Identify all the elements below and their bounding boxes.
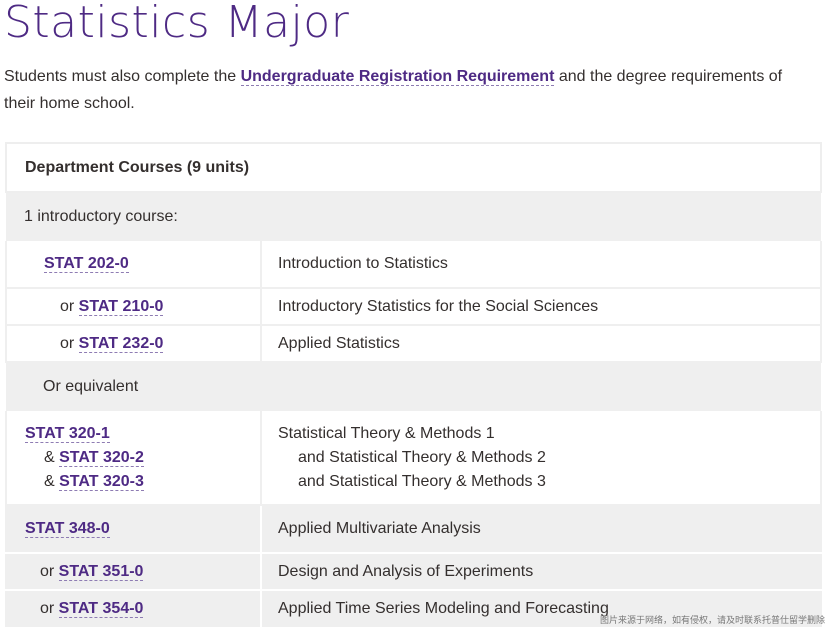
course-link-stat-354-0[interactable]: STAT 354-0 (58, 600, 144, 618)
course-code-cell: STAT 202-0 (5, 241, 262, 289)
course-link-stat-320-3[interactable]: STAT 320-3 (59, 472, 144, 491)
course-link-stat-320-2[interactable]: STAT 320-2 (59, 448, 144, 467)
course-link-stat-232-0[interactable]: STAT 232-0 (78, 334, 164, 353)
table-row: STAT 202-0 Introduction to Statistics (5, 241, 822, 289)
course-title-cell: Introductory Statistics for the Social S… (261, 288, 822, 326)
course-requirements-table: Department Courses (9 units) 1 introduct… (5, 142, 822, 629)
course-link-stat-348-0[interactable]: STAT 348-0 (25, 520, 110, 538)
table-row: or STAT 351-0 Design and Analysis of Exp… (5, 553, 822, 591)
table-row: STAT 320-1 & STAT 320-2 & STAT 320-3 Sta… (5, 411, 822, 506)
watermark-text: 图片来源于网络，如有侵权，请及时联系托普仕留学删除 (599, 616, 825, 626)
table-group-row: 1 introductory course: (6, 192, 821, 241)
course-title: Introductory Statistics for the Social S… (278, 297, 599, 315)
course-title-cell: Design and Analysis of Experiments (261, 553, 822, 591)
intro-text-before: Students must also complete the (4, 68, 241, 85)
course-title: Introduction to Statistics (278, 255, 448, 272)
course-link-stat-351-0[interactable]: STAT 351-0 (58, 562, 144, 581)
course-code-cell: STAT 320-1 & STAT 320-2 & STAT 320-3 (5, 411, 262, 506)
course-title-cell: Introduction to Statistics (261, 241, 822, 289)
course-prefix: & (44, 448, 60, 466)
course-title: Applied Multivariate Analysis (278, 520, 481, 537)
table-header: Department Courses (9 units) (5, 142, 822, 193)
page-title: Statistics Major (4, 0, 350, 48)
course-title-cell: Statistical Theory & Methods 1 and Stati… (261, 411, 822, 506)
intro-text: Students must also complete the Undergra… (4, 63, 814, 117)
course-title: Statistical Theory & Methods 1 (278, 424, 495, 442)
undergraduate-registration-requirement-link[interactable]: Undergraduate Registration Requirement (240, 68, 555, 86)
course-title: and Statistical Theory & Methods 3 (298, 472, 546, 490)
group-label-introductory: 1 introductory course: (6, 192, 821, 241)
course-title: Applied Statistics (278, 334, 400, 352)
table-header-row: Department Courses (9 units) (5, 142, 822, 193)
course-link-stat-202-0[interactable]: STAT 202-0 (44, 255, 129, 273)
course-title-cell: Applied Multivariate Analysis (261, 505, 822, 554)
course-code-cell: or STAT 354-0 (5, 590, 262, 629)
course-prefix: or (60, 297, 79, 315)
course-title: and Statistical Theory & Methods 2 (298, 448, 546, 466)
table-row: or STAT 210-0 Introductory Statistics fo… (5, 288, 822, 326)
course-title: Design and Analysis of Experiments (278, 562, 534, 580)
course-code-cell: STAT 348-0 (5, 505, 262, 554)
course-prefix: & (44, 472, 60, 490)
table-row: STAT 348-0 Applied Multivariate Analysis (5, 505, 822, 554)
group-label-equivalent: Or equivalent (6, 362, 821, 411)
course-prefix: or (60, 334, 79, 352)
course-code-cell: or STAT 232-0 (5, 325, 262, 363)
table-group-row: Or equivalent (6, 362, 821, 411)
course-code-cell: or STAT 351-0 (5, 553, 262, 591)
course-prefix: or (40, 600, 59, 617)
table-row: or STAT 232-0 Applied Statistics (5, 325, 822, 363)
course-link-stat-320-1[interactable]: STAT 320-1 (25, 424, 110, 443)
course-prefix: or (40, 562, 59, 580)
course-code-cell: or STAT 210-0 (5, 288, 262, 326)
course-title-cell: Applied Statistics (261, 325, 822, 363)
course-link-stat-210-0[interactable]: STAT 210-0 (78, 297, 164, 316)
